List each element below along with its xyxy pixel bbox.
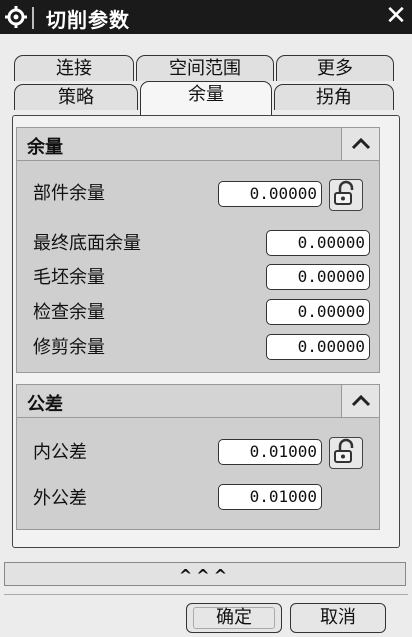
- blank-stock-input[interactable]: 0.00000: [266, 264, 370, 290]
- tab-stock[interactable]: 余量: [140, 81, 272, 115]
- more-options-expander[interactable]: ^^^: [4, 562, 406, 586]
- part-stock-input[interactable]: 0.00000: [218, 181, 322, 207]
- intol-label: 内公差: [33, 442, 87, 463]
- footer-divider: [4, 594, 408, 595]
- chevron-up-icon: [351, 394, 370, 407]
- tab-connect[interactable]: 连接: [14, 55, 134, 81]
- tab-corner[interactable]: 拐角: [274, 84, 394, 110]
- final-floor-stock-input[interactable]: 0.00000: [266, 230, 370, 256]
- tolerance-section-header[interactable]: 公差: [16, 384, 380, 418]
- tolerance-section-title: 公差: [27, 394, 63, 415]
- check-stock-label: 检查余量: [33, 302, 105, 323]
- chevron-up-icon: [351, 137, 370, 150]
- trim-stock-label: 修剪余量: [33, 337, 105, 358]
- part-stock-lock-button[interactable]: [329, 179, 363, 211]
- trim-stock-input[interactable]: 0.00000: [266, 334, 370, 360]
- part-stock-label: 部件余量: [33, 183, 105, 204]
- tab-strategy[interactable]: 策略: [14, 84, 138, 110]
- intol-input[interactable]: 0.01000: [218, 439, 322, 465]
- collapse-tolerance-button[interactable]: [341, 385, 379, 417]
- window-title: 切削参数: [46, 8, 130, 32]
- blank-stock-label: 毛坯余量: [33, 267, 105, 288]
- tab-more[interactable]: 更多: [276, 55, 394, 81]
- stock-section-title: 余量: [27, 137, 63, 158]
- stock-section-body: 部件余量 0.00000 最终底面余量 0.00000 毛坯余量 0.00000…: [16, 161, 380, 373]
- final-floor-stock-label: 最终底面余量: [33, 233, 141, 254]
- unlock-icon: [334, 438, 354, 463]
- title-bar: 切削参数 ✕: [0, 0, 412, 34]
- gear-icon[interactable]: [4, 5, 28, 29]
- check-stock-input[interactable]: 0.00000: [266, 299, 370, 325]
- cancel-button-label: 取消: [320, 607, 356, 628]
- collapse-stock-button[interactable]: [341, 128, 379, 160]
- ok-button-label: 确定: [216, 607, 252, 628]
- unlock-icon: [334, 180, 354, 205]
- cancel-button[interactable]: 取消: [290, 603, 386, 633]
- ok-button[interactable]: 确定: [186, 603, 282, 633]
- tolerance-section-body: 内公差 0.01000 外公差 0.01000: [16, 418, 380, 530]
- outtol-label: 外公差: [33, 488, 87, 509]
- tolerance-lock-button[interactable]: [329, 437, 363, 469]
- outtol-input[interactable]: 0.01000: [218, 484, 322, 510]
- title-separator: [32, 7, 34, 29]
- close-icon[interactable]: ✕: [382, 1, 410, 31]
- stock-section-header[interactable]: 余量: [16, 127, 380, 161]
- expand-chevrons-icon: ^^^: [178, 566, 232, 585]
- tab-spatial-range[interactable]: 空间范围: [136, 55, 274, 81]
